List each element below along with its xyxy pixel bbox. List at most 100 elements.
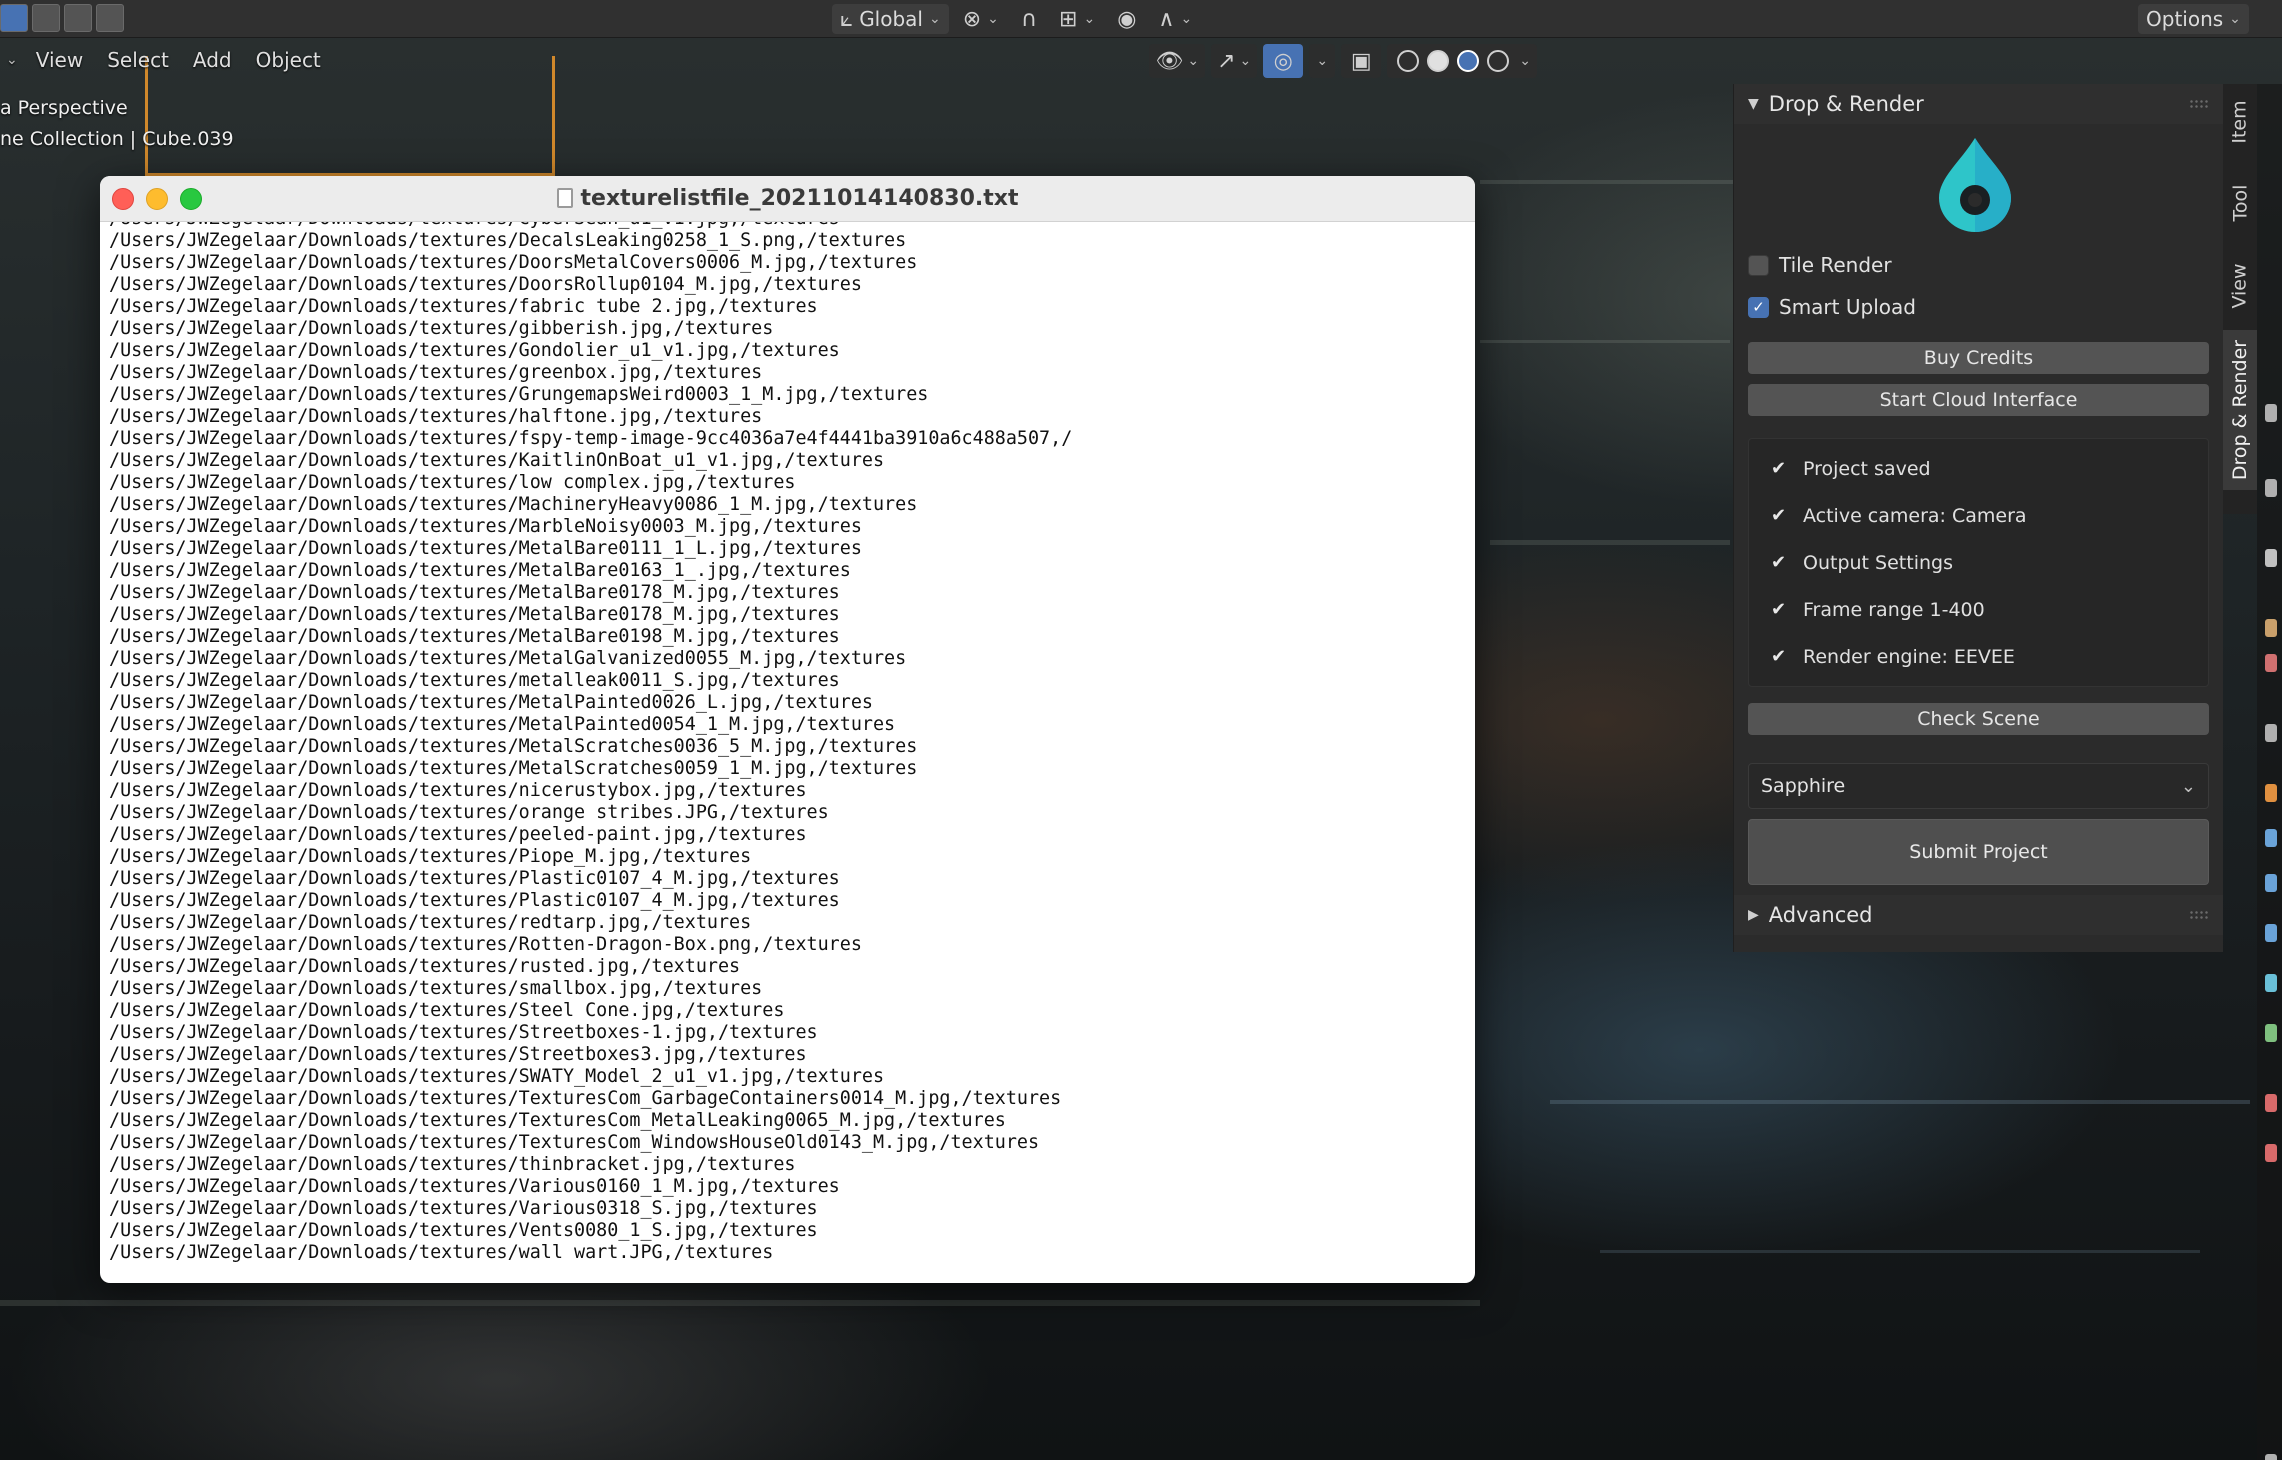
orientation-label: Global	[859, 7, 923, 31]
drag-grip-icon[interactable]	[2189, 99, 2209, 109]
text-line: /Users/JWZegelaar/Downloads/textures/Str…	[109, 1022, 818, 1043]
text-line: /Users/JWZegelaar/Downloads/textures/Var…	[109, 1198, 818, 1219]
texture-properties-icon[interactable]	[2265, 1144, 2277, 1162]
status-item: ✔ Active camera: Camera	[1749, 492, 2208, 539]
tab-item[interactable]: Item	[2223, 84, 2257, 160]
viewport-display-tools: 👁 ⌄ ↗ ⌄ ◎ ⌄ ▣ ⌄	[1149, 44, 1537, 78]
status-item-label: Project saved	[1803, 457, 1931, 480]
tile-render-toggle[interactable]: Tile Render	[1734, 244, 2223, 286]
tab-view[interactable]: View	[2223, 246, 2257, 326]
view-layer-properties-icon[interactable]	[2265, 619, 2277, 637]
gizmo-dropdown[interactable]: ↗ ⌄	[1211, 44, 1258, 78]
scene-beam	[1490, 540, 1730, 545]
constraints-properties-icon[interactable]	[2265, 974, 2277, 992]
scene-properties-icon[interactable]	[2265, 654, 2277, 672]
chevron-down-icon[interactable]: ⌄	[1519, 53, 1531, 69]
panel-title: Drop & Render	[1768, 92, 1924, 116]
server-select-dropdown[interactable]: Sapphire ⌄	[1748, 763, 2209, 809]
menu-view[interactable]: View	[24, 40, 95, 80]
panel-header-advanced[interactable]: ▶ Advanced	[1734, 895, 2223, 935]
text-line: /Users/JWZegelaar/Downloads/textures/Kai…	[109, 450, 885, 471]
menu-add[interactable]: Add	[181, 40, 244, 80]
text-line: /Users/JWZegelaar/Downloads/textures/Pla…	[109, 868, 840, 889]
solid-shading-icon[interactable]	[1427, 50, 1450, 72]
snap-target-dropdown[interactable]: ⊞ ⌄	[1051, 4, 1103, 34]
menu-object[interactable]: Object	[244, 40, 333, 80]
tab-item-label: Item	[2229, 100, 2252, 144]
overlays-toggle[interactable]: ◎	[1263, 44, 1304, 78]
drag-grip-icon[interactable]	[2189, 910, 2209, 920]
particles-properties-icon[interactable]	[2265, 874, 2277, 892]
transform-orientation-dropdown[interactable]: ⟀ Global ⌄	[832, 4, 949, 34]
select-extend-icon[interactable]	[32, 4, 60, 32]
tab-drop-render[interactable]: Drop & Render	[2223, 330, 2257, 490]
checkmark-icon: ✔	[1771, 646, 1787, 667]
world-properties-icon[interactable]	[2265, 724, 2277, 742]
physics-properties-icon[interactable]	[2265, 924, 2277, 942]
editor-type-chevron[interactable]: ⌄	[0, 40, 24, 80]
panel-header-drop-render[interactable]: ▼ Drop & Render	[1734, 84, 2223, 124]
smart-upload-label: Smart Upload	[1779, 295, 1916, 319]
text-line: /Users/JWZegelaar/Downloads/textures/Doo…	[109, 274, 862, 295]
tab-tool[interactable]: Tool	[2223, 168, 2257, 238]
options-label: Options	[2146, 7, 2224, 31]
document-icon	[556, 188, 573, 208]
text-lines: /Users/JWZegelaar/Downloads/textures/Cyb…	[109, 222, 1475, 1264]
rendered-shading-icon[interactable]	[1487, 50, 1510, 72]
text-file-window[interactable]: texturelistfile_20211014140830.txt /User…	[100, 176, 1475, 1283]
chevron-down-icon: ⌄	[2229, 11, 2241, 27]
check-scene-button[interactable]: Check Scene	[1748, 703, 2209, 735]
status-item-label: Output Settings	[1803, 551, 1953, 574]
select-subtract-icon[interactable]	[64, 4, 92, 32]
text-line: /Users/JWZegelaar/Downloads/textures/nic…	[109, 780, 807, 801]
text-line: /Users/JWZegelaar/Downloads/textures/Tex…	[109, 1110, 1006, 1131]
text-line: /Users/JWZegelaar/Downloads/textures/Met…	[109, 648, 907, 669]
proportional-editing-toggle[interactable]: ◉	[1109, 4, 1144, 34]
modifier-properties-icon[interactable]	[2265, 829, 2277, 847]
text-line: /Users/JWZegelaar/Downloads/textures/Ste…	[109, 1000, 785, 1021]
status-item-label: Active camera: Camera	[1803, 504, 2027, 527]
wireframe-shading-icon[interactable]	[1397, 50, 1420, 72]
text-line: /Users/JWZegelaar/Downloads/textures/red…	[109, 912, 752, 933]
checkmark-icon: ✔	[1771, 458, 1787, 479]
overlays-dropdown[interactable]: ⌄	[1309, 44, 1336, 78]
chevron-down-icon: ⌄	[987, 11, 999, 27]
data-properties-icon[interactable]	[2265, 1024, 2277, 1042]
falloff-dropdown[interactable]: ∧ ⌄	[1150, 4, 1200, 34]
pivot-point-dropdown[interactable]: ⊗ ⌄	[955, 4, 1007, 34]
snap-toggle[interactable]: ∩	[1013, 4, 1045, 34]
menu-select[interactable]: Select	[95, 40, 181, 80]
text-content-area[interactable]: /Users/JWZegelaar/Downloads/textures/Cyb…	[100, 222, 1475, 1283]
tool-properties-icon[interactable]	[2265, 404, 2277, 422]
render-properties-icon[interactable]	[2265, 479, 2277, 497]
text-line: /Users/JWZegelaar/Downloads/textures/Met…	[109, 692, 873, 713]
submit-project-button[interactable]: Submit Project	[1748, 819, 2209, 885]
buy-credits-button[interactable]: Buy Credits	[1748, 342, 2209, 374]
options-dropdown[interactable]: Options ⌄	[2138, 4, 2249, 34]
options-group: Options ⌄	[2138, 4, 2249, 34]
text-line: /Users/JWZegelaar/Downloads/textures/rus…	[109, 956, 741, 977]
text-line: /Users/JWZegelaar/Downloads/textures/Ven…	[109, 1220, 818, 1241]
scene-beam	[1480, 180, 1740, 184]
chevron-down-icon: ⌄	[6, 52, 18, 68]
select-intersect-icon[interactable]	[96, 4, 124, 32]
window-titlebar[interactable]: texturelistfile_20211014140830.txt	[100, 176, 1475, 222]
material-properties-icon[interactable]	[2265, 1094, 2277, 1112]
text-line: /Users/JWZegelaar/Downloads/textures/Var…	[109, 1176, 840, 1197]
snap-increment-icon: ⊞	[1059, 6, 1078, 32]
status-item: ✔ Project saved	[1749, 445, 2208, 492]
object-properties-icon[interactable]	[2265, 784, 2277, 802]
eye-icon: 👁	[1155, 48, 1184, 74]
xray-toggle[interactable]: ▣	[1341, 44, 1382, 78]
text-line: /Users/JWZegelaar/Downloads/textures/Met…	[109, 714, 896, 735]
select-new-icon[interactable]	[0, 4, 28, 32]
smart-upload-checkbox[interactable]: ✓	[1748, 296, 1769, 318]
smart-upload-toggle[interactable]: ✓ Smart Upload	[1734, 286, 2223, 328]
tile-render-checkbox[interactable]	[1748, 254, 1769, 276]
visibility-dropdown[interactable]: 👁 ⌄	[1149, 44, 1206, 78]
text-line: /Users/JWZegelaar/Downloads/textures/SWA…	[109, 1066, 885, 1087]
navigation-icon[interactable]	[2265, 1454, 2277, 1460]
material-preview-shading-icon[interactable]	[1457, 50, 1480, 72]
output-properties-icon[interactable]	[2265, 549, 2277, 567]
start-cloud-interface-button[interactable]: Start Cloud Interface	[1748, 384, 2209, 416]
